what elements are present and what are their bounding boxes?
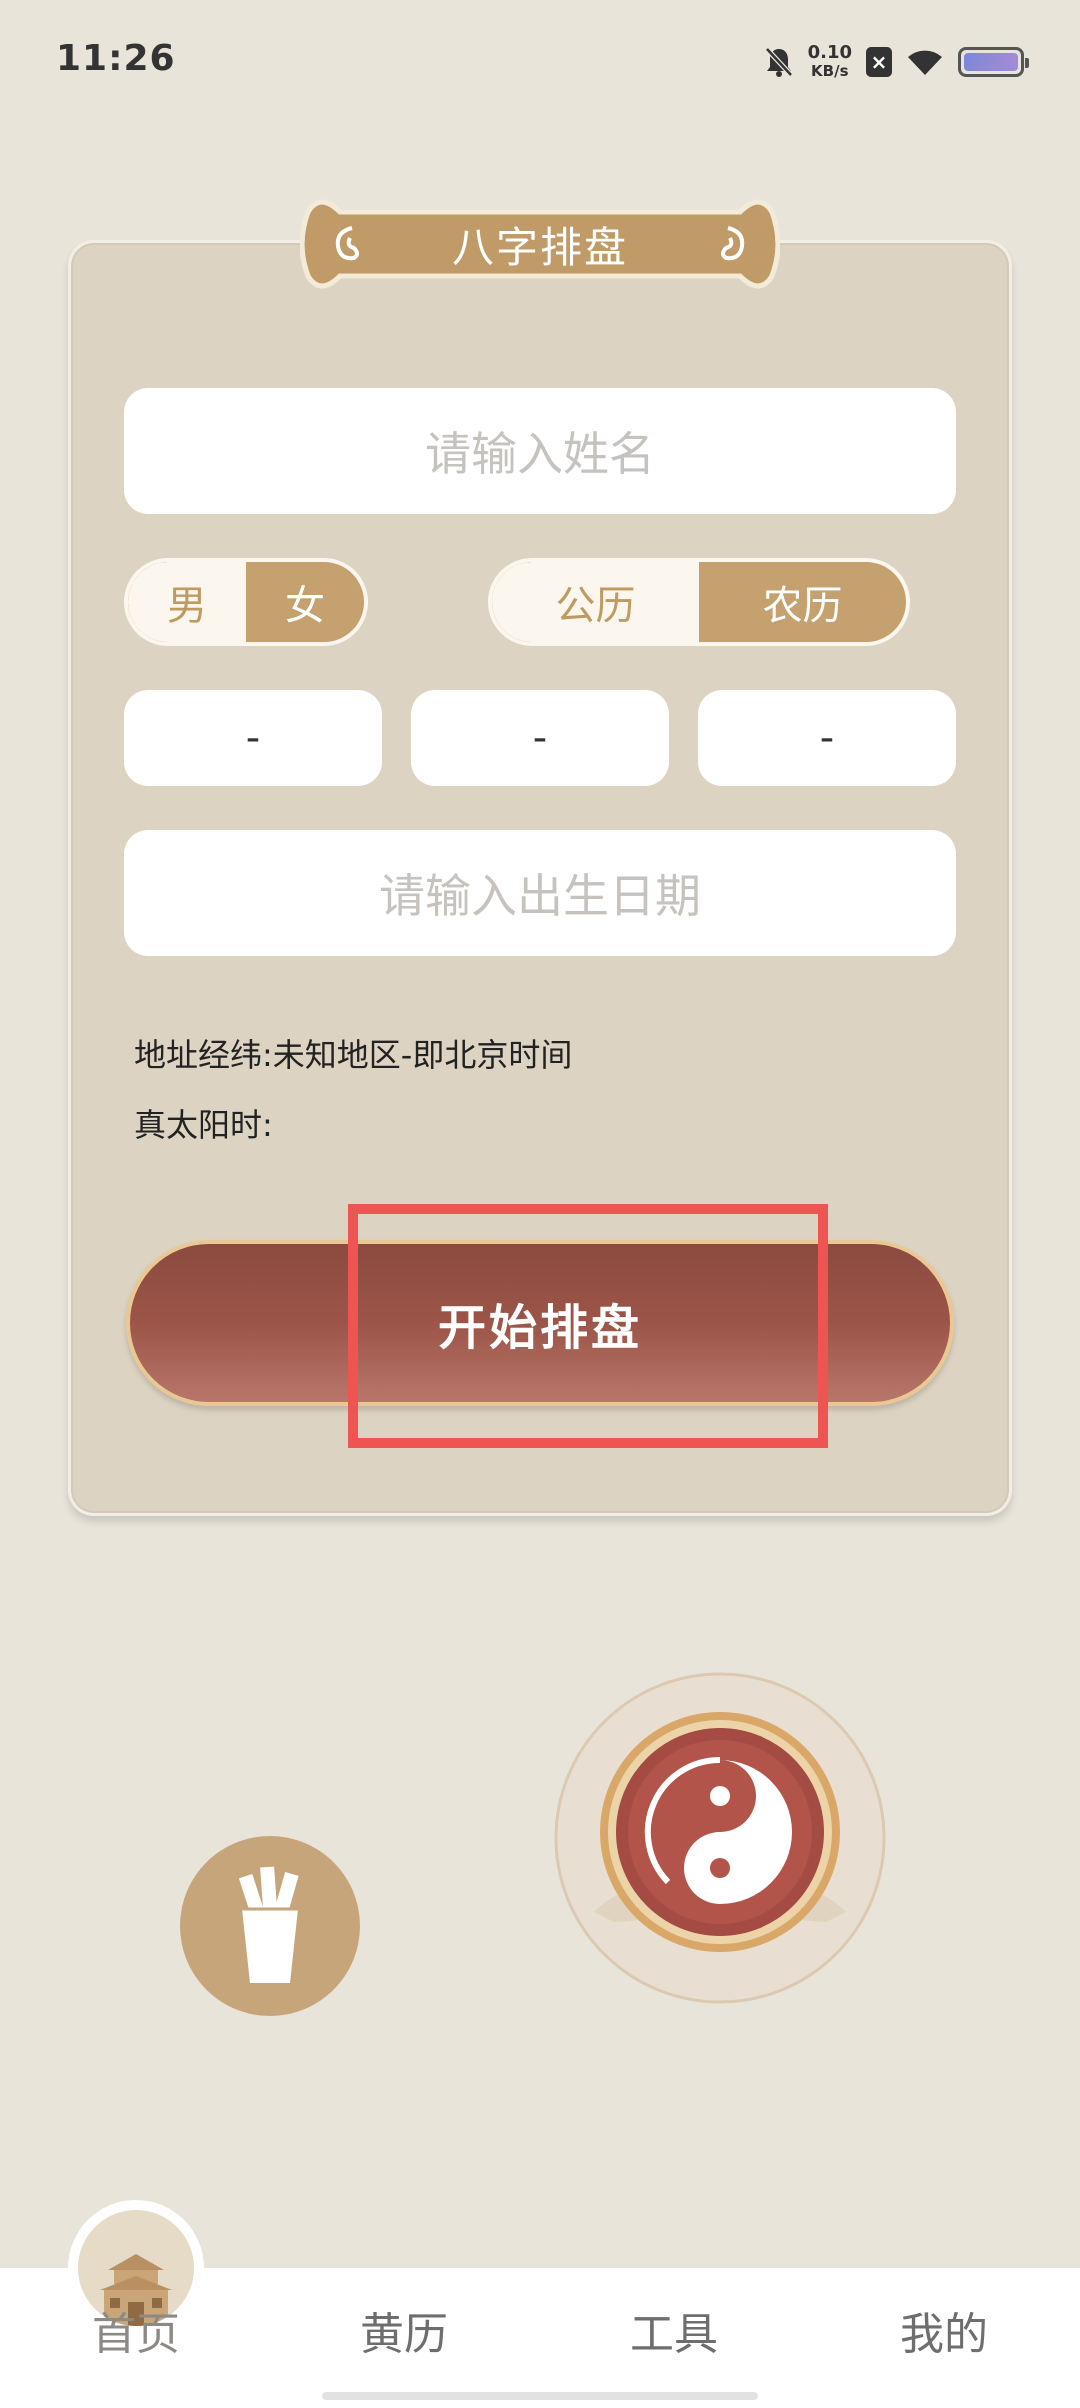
address-info[interactable]: 地址经纬:未知地区-即北京时间 <box>134 1030 572 1076</box>
name-placeholder: 请输入姓名 <box>425 427 655 481</box>
fortune-sticks-button[interactable] <box>180 1836 360 2016</box>
gender-female-option[interactable]: 女 <box>246 562 364 642</box>
nav-item-almanac[interactable]: 黄历 <box>324 2298 484 2362</box>
birth-date-placeholder: 请输入出生日期 <box>379 869 701 923</box>
sim-x-icon: × <box>866 47 892 77</box>
nav-item-tools[interactable]: 工具 <box>594 2298 754 2362</box>
start-chart-button[interactable]: 开始排盘 <box>126 1240 954 1406</box>
battery-icon <box>958 47 1029 77</box>
net-speed: 0.10 KB/s <box>807 42 852 81</box>
net-speed-unit: KB/s <box>811 62 849 80</box>
calendar-lunar-option[interactable]: 农历 <box>699 562 906 642</box>
yin-yang-button[interactable] <box>554 1672 886 2004</box>
fortune-sticks-icon <box>220 1859 320 1993</box>
solar-time-info: 真太阳时: <box>134 1106 273 1144</box>
date-month-field[interactable]: - <box>411 690 669 786</box>
gender-toggle[interactable]: 男 女 <box>124 558 368 646</box>
wifi-icon <box>906 47 944 77</box>
bell-muted-icon <box>764 46 794 78</box>
calendar-toggle[interactable]: 公历 农历 <box>488 558 910 646</box>
nav-item-home[interactable]: 首页 <box>56 2298 216 2362</box>
nav-item-mine[interactable]: 我的 <box>864 2298 1024 2362</box>
date-day-field[interactable]: - <box>698 690 956 786</box>
yin-yang-icon <box>554 1672 886 2004</box>
status-time: 11:26 <box>56 38 176 79</box>
status-icons: 0.10 KB/s × <box>764 40 1029 84</box>
calendar-solar-option[interactable]: 公历 <box>492 562 699 642</box>
birth-date-input[interactable]: 请输入出生日期 <box>124 830 956 956</box>
card-title: 八字排盘 <box>451 222 628 272</box>
date-year-field[interactable]: - <box>124 690 382 786</box>
status-bar: 11:26 0.10 KB/s × <box>0 0 1080 120</box>
name-input[interactable]: 请输入姓名 <box>124 388 956 514</box>
title-plaque: 八字排盘 <box>300 188 780 300</box>
net-speed-value: 0.10 <box>807 42 852 63</box>
gender-male-option[interactable]: 男 <box>128 562 246 642</box>
home-indicator <box>322 2392 758 2400</box>
